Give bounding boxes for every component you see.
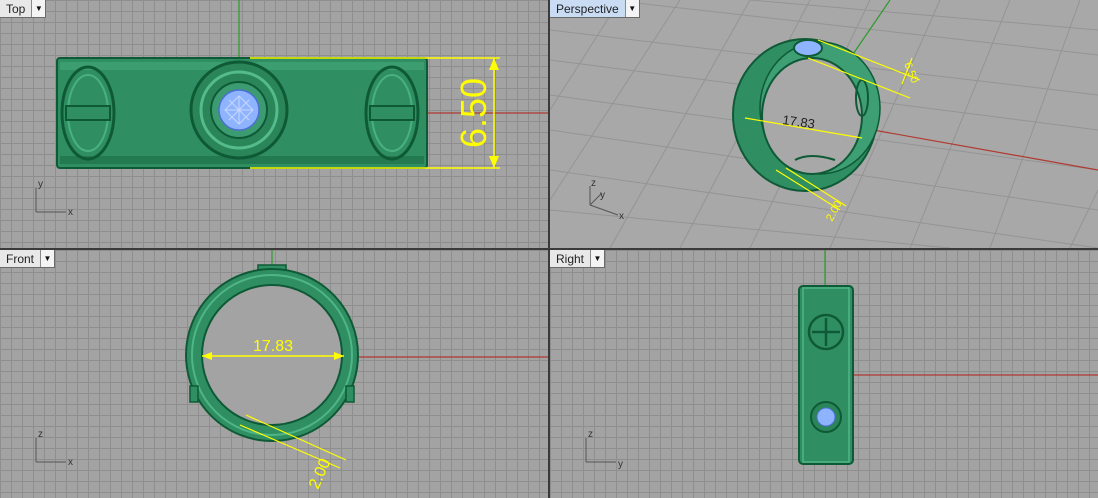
axis-label-y: y bbox=[38, 179, 43, 190]
axis-label-y: y bbox=[600, 190, 605, 201]
ring-inner bbox=[201, 284, 343, 426]
axis-label-x: x bbox=[68, 207, 73, 218]
axis-label-y: y bbox=[618, 459, 623, 470]
front-scene: 17.83 2.00 z x bbox=[35, 250, 548, 492]
viewport-tab-perspective[interactable]: Perspective ▼ bbox=[550, 0, 640, 18]
front-thickness-label: 2.00 bbox=[306, 456, 334, 491]
dropdown-arrow-icon[interactable]: ▼ bbox=[40, 250, 55, 267]
viewport-label: Perspective bbox=[556, 2, 619, 16]
axis-label-x: x bbox=[619, 211, 624, 222]
viewport-label: Front bbox=[6, 252, 35, 266]
right-scene: z y bbox=[585, 250, 1098, 470]
axis-label-z: z bbox=[38, 429, 43, 440]
axis-label-z: z bbox=[591, 178, 596, 189]
gem bbox=[816, 407, 836, 427]
dropdown-arrow-icon[interactable]: ▼ bbox=[590, 250, 605, 267]
dropdown-arrow-icon[interactable]: ▼ bbox=[624, 0, 639, 17]
viewport-tab-front[interactable]: Front ▼ bbox=[0, 250, 56, 268]
axis-label-z: z bbox=[588, 429, 593, 440]
top-scene: 6.50 y x bbox=[35, 0, 548, 218]
axis-label-x: x bbox=[68, 457, 73, 468]
dropdown-arrow-icon[interactable]: ▼ bbox=[31, 0, 46, 17]
front-diameter-label: 17.83 bbox=[253, 338, 293, 355]
viewport-tab-right[interactable]: Right ▼ bbox=[550, 250, 606, 268]
ring-side bbox=[798, 285, 854, 465]
viewport-front[interactable]: Front ▼ 17.83 2.00 z x bbox=[0, 250, 548, 498]
viewport-top[interactable]: Top ▼ 6.50 y x bbox=[0, 0, 548, 248]
viewport-label: Right bbox=[556, 252, 585, 266]
dimension-width-label: 6.50 bbox=[453, 78, 494, 148]
viewport-tab-top[interactable]: Top ▼ bbox=[0, 0, 47, 18]
perspective-scene: 6.50 17.83 2.00 z y x bbox=[550, 0, 1098, 248]
viewport-perspective[interactable]: Perspective ▼ 6.50 17.83 2.00 z y x bbox=[550, 0, 1098, 248]
viewport-right[interactable]: Right ▼ z y bbox=[550, 250, 1098, 498]
world-axis-x bbox=[844, 124, 1098, 171]
viewport-label: Top bbox=[6, 2, 26, 16]
